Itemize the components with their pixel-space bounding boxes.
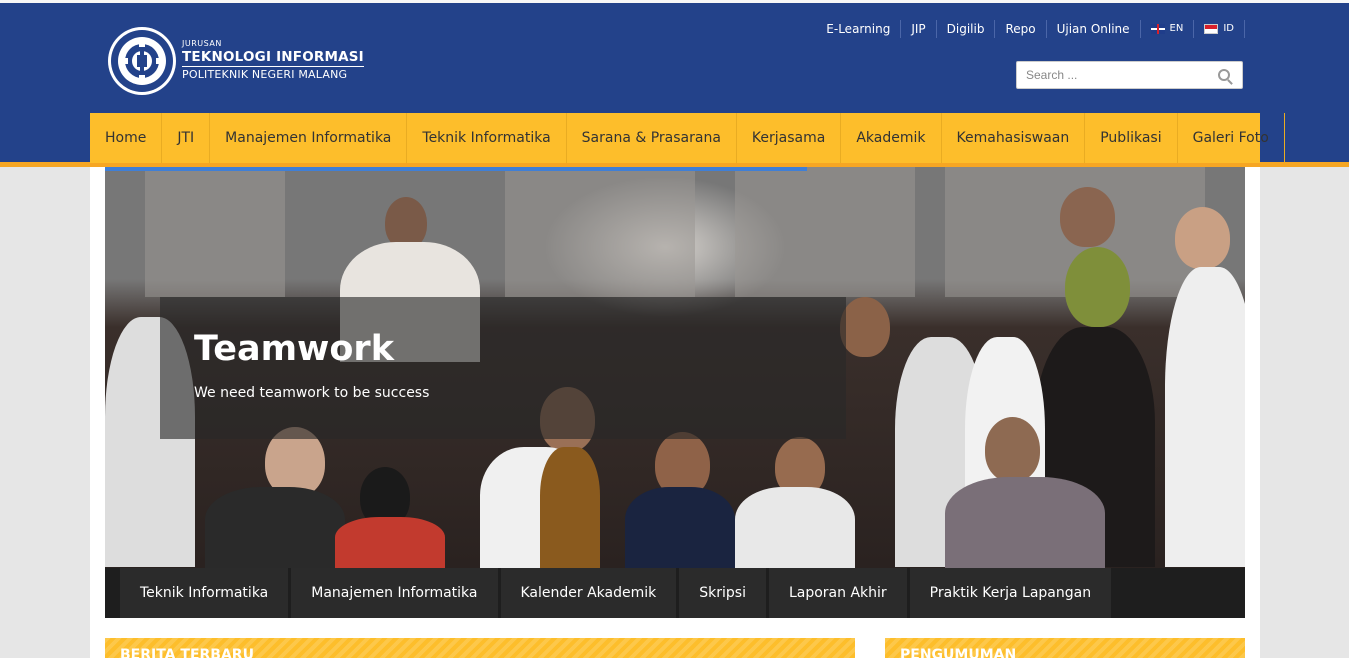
top-link-digilib[interactable]: Digilib [937, 20, 996, 38]
nav-item-manajemen-informatika[interactable]: Manajemen Informatika [210, 113, 408, 163]
nav-item-publikasi[interactable]: Publikasi [1085, 113, 1178, 163]
language-id-label: ID [1223, 23, 1234, 34]
nav-item-home[interactable]: Home [90, 113, 163, 163]
logo-main-text: TEKNOLOGI INFORMASI [182, 49, 364, 67]
indonesia-flag-icon [1204, 24, 1219, 34]
top-link-jip[interactable]: JIP [901, 20, 937, 38]
quick-link-manajemen-informatika[interactable]: Manajemen Informatika [291, 568, 498, 618]
slider-caption: Teamwork We need teamwork to be success [160, 297, 846, 439]
nav-item-kerjasama[interactable]: Kerjasama [737, 113, 842, 163]
quick-link-skripsi[interactable]: Skripsi [679, 568, 766, 618]
nav-item-sarana-prasarana[interactable]: Sarana & Prasarana [567, 113, 737, 163]
slider-progress-bar [105, 167, 808, 171]
announcements-section-title: PENGUMUMAN [900, 647, 1017, 658]
top-link-elearning[interactable]: E-Learning [816, 20, 902, 38]
main-nav: Home JTI Manajemen Informatika Teknik In… [90, 113, 1285, 163]
slider-subtitle: We need teamwork to be success [194, 385, 430, 401]
quick-link-teknik-informatika[interactable]: Teknik Informatika [120, 568, 289, 618]
nav-item-akademik[interactable]: Akademik [841, 113, 942, 163]
top-link-repo[interactable]: Repo [995, 20, 1047, 38]
hero-slider[interactable]: Teamwork We need teamwork to be success [105, 167, 1245, 568]
news-section-header: BERITA TERBARU [105, 638, 855, 658]
language-en[interactable]: EN [1141, 20, 1195, 38]
language-en-label: EN [1169, 23, 1184, 34]
quick-link-praktik-kerja-lapangan[interactable]: Praktik Kerja Lapangan [909, 568, 1112, 618]
announcements-section-header: PENGUMUMAN [885, 638, 1245, 658]
search-icon[interactable] [1218, 69, 1230, 81]
logo-text: JURUSAN TEKNOLOGI INFORMASI POLITEKNIK N… [182, 39, 364, 83]
uk-flag-icon [1150, 24, 1165, 34]
top-link-ujian-online[interactable]: Ujian Online [1047, 20, 1141, 38]
language-id[interactable]: ID [1194, 20, 1245, 38]
quick-links-bar: Teknik Informatika Manajemen Informatika… [105, 568, 1245, 618]
logo-small-text: JURUSAN [182, 39, 222, 48]
nav-item-galeri-foto[interactable]: Galeri Foto [1178, 113, 1285, 163]
slider-title: Teamwork [194, 329, 394, 369]
search-input[interactable] [1017, 68, 1207, 82]
nav-item-teknik-informatika[interactable]: Teknik Informatika [407, 113, 567, 163]
news-section-title: BERITA TERBARU [120, 647, 254, 658]
site-logo[interactable]: JURUSAN TEKNOLOGI INFORMASI POLITEKNIK N… [106, 25, 364, 97]
search-box [1016, 61, 1243, 89]
top-links: E-Learning JIP Digilib Repo Ujian Online… [816, 20, 1245, 38]
polinema-emblem-icon [108, 27, 176, 95]
nav-item-jti[interactable]: JTI [162, 113, 211, 163]
quick-link-laporan-akhir[interactable]: Laporan Akhir [768, 568, 907, 618]
nav-item-kemahasiswaan[interactable]: Kemahasiswaan [942, 113, 1086, 163]
quick-link-kalender-akademik[interactable]: Kalender Akademik [500, 568, 677, 618]
logo-sub-text: POLITEKNIK NEGERI MALANG [182, 68, 348, 81]
